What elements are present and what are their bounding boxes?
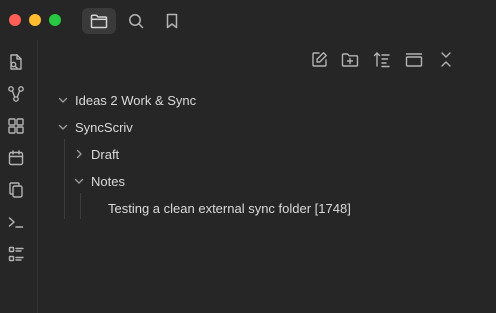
app-window: Ideas 2 Work & Sync SyncScriv Draft Note… — [0, 0, 496, 313]
tab-search[interactable] — [119, 8, 153, 34]
chevron-down-icon — [73, 175, 85, 187]
folder-icon — [90, 13, 108, 29]
tree-file-label: Testing a clean external sync folder [17… — [108, 200, 351, 216]
tree-folder-label: Notes — [91, 173, 125, 189]
sort-button[interactable] — [372, 52, 392, 72]
calendar-icon[interactable] — [6, 148, 26, 168]
terminal-icon[interactable] — [6, 212, 26, 232]
tab-bookmarks[interactable] — [155, 8, 189, 34]
tab-files[interactable] — [82, 8, 116, 34]
search-icon — [128, 13, 144, 29]
chevron-down-icon — [57, 94, 69, 106]
new-note-button[interactable] — [309, 52, 329, 72]
tree-folder-ideas[interactable]: Ideas 2 Work & Sync — [57, 89, 196, 111]
file-search-icon[interactable] — [6, 52, 26, 72]
copy-icon[interactable] — [6, 180, 26, 200]
minimize-window-button[interactable] — [29, 14, 41, 26]
canvas-icon[interactable] — [6, 116, 26, 136]
list-icon[interactable] — [6, 244, 26, 264]
bookmark-icon — [165, 13, 179, 29]
tree-file-testing[interactable]: Testing a clean external sync folder [17… — [108, 197, 351, 219]
maximize-window-button[interactable] — [49, 14, 61, 26]
new-note-icon — [311, 51, 328, 73]
close-window-button[interactable] — [9, 14, 21, 26]
title-bar — [0, 0, 496, 40]
graph-icon[interactable] — [6, 84, 26, 104]
left-ribbon — [0, 40, 38, 313]
sort-icon — [373, 51, 391, 73]
tree-folder-label: Draft — [91, 146, 120, 162]
tree-folder-syncscriv[interactable]: SyncScriv — [57, 116, 133, 138]
indent-guide — [64, 139, 65, 219]
chevron-right-icon — [73, 148, 85, 160]
chevron-down-icon — [57, 121, 69, 133]
new-folder-icon — [341, 52, 359, 73]
indent-guide — [80, 193, 81, 219]
collapse-all-icon — [438, 51, 454, 73]
tree-folder-notes[interactable]: Notes — [73, 170, 125, 192]
tree-folder-label: SyncScriv — [75, 119, 133, 135]
new-folder-button[interactable] — [340, 52, 360, 72]
collapse-pane-button[interactable] — [404, 52, 424, 72]
tree-folder-label: Ideas 2 Work & Sync — [75, 92, 197, 108]
collapse-pane-icon — [405, 52, 423, 73]
tree-folder-draft[interactable]: Draft — [73, 143, 119, 165]
collapse-all-button[interactable] — [436, 52, 456, 72]
